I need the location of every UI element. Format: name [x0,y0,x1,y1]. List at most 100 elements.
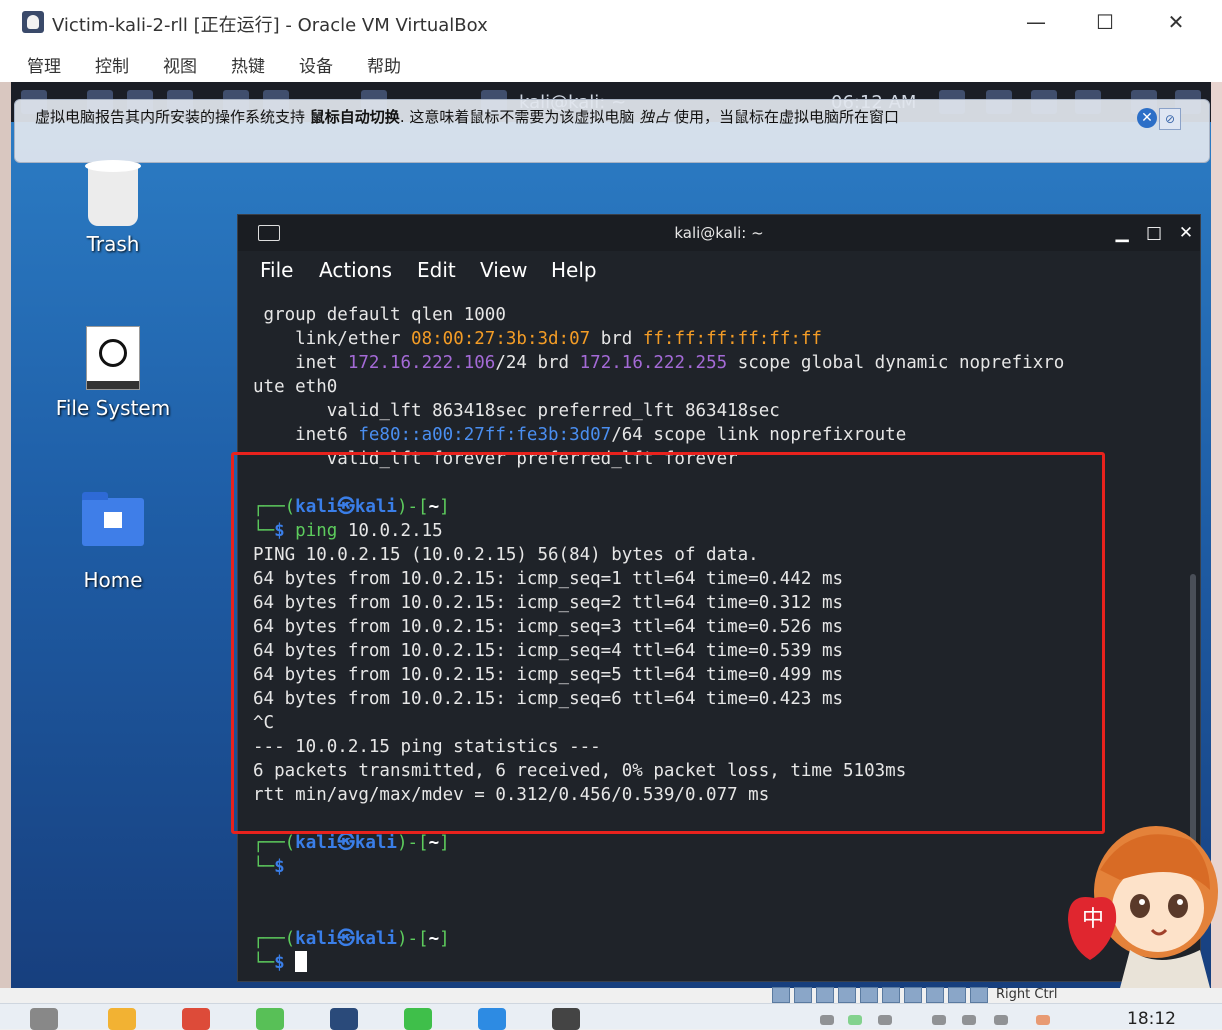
anime-mascot-image: 中 [1068,826,1218,988]
notice-text-1: 虚拟电脑报告其内所安装的操作系统支持 [35,108,306,126]
terminal-output[interactable]: group default qlen 1000 link/ether 08:00… [238,289,1200,981]
trash-icon [85,160,141,226]
drive-icon [86,326,140,390]
output-line: 64 bytes from 10.0.2.15: icmp_seq=3 ttl=… [253,617,844,637]
output-line: group default qlen 1000 [253,305,506,325]
close-button[interactable]: ✕ [1156,10,1196,34]
output-line: rtt min/avg/max/mdev = 0.312/0.456/0.539… [253,785,770,805]
disable-notification-icon[interactable]: ⊘ [1159,108,1181,130]
tray-chevron-icon[interactable] [820,1015,834,1025]
prompt-host: kali [354,833,397,853]
prompt-dir: ~ [428,833,440,853]
shared-folder-status-icon[interactable] [882,987,900,1003]
usb-status-icon[interactable] [860,987,878,1003]
prompt-frame: └─ [253,857,275,877]
minimize-button[interactable]: — [1016,10,1056,34]
output-line: valid_lft forever preferred_lft forever [253,449,738,469]
menu-view[interactable]: 视图 [163,52,197,77]
network-status-icon[interactable] [838,987,856,1003]
prompt-dir: ~ [428,497,440,517]
display-status-icon[interactable] [904,987,922,1003]
cpu-status-icon[interactable] [948,987,966,1003]
output-line: PING 10.0.2.15 (10.0.2.15) 56(84) bytes … [253,545,759,565]
output-line: 64 bytes from 10.0.2.15: icmp_seq=2 ttl=… [253,593,844,613]
terminal-menu-file[interactable]: File [260,258,293,282]
terminal-close-button[interactable]: ✕ [1174,221,1198,245]
tray-volume-icon[interactable] [962,1015,976,1025]
desktop-icon-label: Home [83,568,143,592]
prompt-host: kali [354,497,397,517]
menu-help[interactable]: 帮助 [367,52,401,77]
prompt-user: kali [295,833,338,853]
output-text: /24 brd [495,353,580,373]
prompt-frame: ┌──( [253,929,296,949]
maximize-button[interactable]: ☐ [1085,10,1125,34]
output-text: scope global dynamic noprefixro [727,353,1065,373]
menu-control[interactable]: 控制 [95,52,129,77]
tray-wechat-icon[interactable] [848,1015,862,1025]
prompt-frame: ] [439,929,450,949]
terminal-menu-help[interactable]: Help [551,258,597,282]
hdd-status-icon[interactable] [772,987,790,1003]
prompt-dollar: $ [274,521,296,541]
notification-message: 虚拟电脑报告其内所安装的操作系统支持 鼠标自动切换. 这意味着鼠标不需要为该虚拟… [35,106,899,127]
terminal-menu-actions[interactable]: Actions [319,258,392,282]
notice-bold: 鼠标自动切换 [309,108,400,126]
ipv4-address: 172.16.222.106 [347,353,496,373]
mac-broadcast: ff:ff:ff:ff:ff:ff [642,329,822,349]
guest-display[interactable]: kali@kali: ~ 06:12 AM 虚拟电脑报告其内所安装的操作系统支持… [11,82,1211,988]
file-explorer-icon[interactable] [108,1008,136,1030]
output-line: 64 bytes from 10.0.2.15: icmp_seq=1 ttl=… [253,569,844,589]
prompt-frame: ┌──( [253,497,296,517]
notice-text-3: 使用，当鼠标在虚拟电脑所在窗口 [673,108,899,126]
ida-icon[interactable] [552,1008,580,1030]
prompt-frame: ┌──( [253,833,296,853]
desktop-icon-home[interactable]: Home [43,492,183,592]
recording-status-icon[interactable] [926,987,944,1003]
virtualbox-taskbar-icon[interactable] [330,1008,358,1030]
output-text: inet6 [253,425,359,445]
optical-status-icon[interactable] [794,987,812,1003]
close-notification-icon[interactable]: ✕ [1137,108,1157,128]
taskbar-search-icon[interactable] [30,1008,58,1030]
host-key-label: Right Ctrl [996,987,1058,1002]
terminal-titlebar[interactable]: kali@kali: ~ ▁ □ ✕ [238,215,1200,251]
wechat-icon[interactable] [404,1008,432,1030]
terminal-maximize-button[interactable]: □ [1142,221,1166,245]
chrome-icon[interactable] [182,1008,210,1030]
terminal-window[interactable]: kali@kali: ~ ▁ □ ✕ File Actions Edit Vie… [237,214,1201,982]
prompt-frame: )-[ [396,929,429,949]
app-icon-green[interactable] [256,1008,284,1030]
tray-ime-icon[interactable] [994,1015,1008,1025]
terminal-menu-view[interactable]: View [480,258,527,282]
desktop-icon-filesystem[interactable]: File System [43,326,183,420]
audio-status-icon[interactable] [816,987,834,1003]
desktop-icon-label: Trash [86,232,140,256]
output-line: 64 bytes from 10.0.2.15: icmp_seq=6 ttl=… [253,689,844,709]
prompt-user: kali [295,497,338,517]
terminal-text: group default qlen 1000 link/ether 08:00… [253,303,1064,975]
prompt-symbol: ㉿ [337,497,355,517]
output-line: 64 bytes from 10.0.2.15: icmp_seq=4 ttl=… [253,641,844,661]
tray-battery-icon[interactable] [878,1015,892,1025]
prompt-dollar: $ [274,857,285,877]
vscode-icon[interactable] [478,1008,506,1030]
window-title: Victim-kali-2-rll [正在运行] - Oracle VM Vir… [52,15,488,36]
terminal-menu-edit[interactable]: Edit [417,258,456,282]
taskbar-clock[interactable]: 18:12 [1127,1009,1176,1029]
prompt-frame: └─ [253,953,275,973]
prompt-frame: └─ [253,521,275,541]
output-line: valid_lft 863418sec preferred_lft 863418… [253,401,780,421]
terminal-minimize-button[interactable]: ▁ [1110,221,1134,245]
desktop-icon-trash[interactable]: Trash [43,160,183,256]
prompt-user: kali [295,929,338,949]
menu-devices[interactable]: 设备 [299,52,333,77]
notice-text-2: . 这意味着鼠标不需要为该虚拟电脑 [399,108,635,126]
mouse-status-icon[interactable] [970,987,988,1003]
menu-hotkeys[interactable]: 热键 [231,52,265,77]
command-name: ping [295,521,338,541]
menu-manage[interactable]: 管理 [27,52,61,77]
tray-network-icon[interactable] [932,1015,946,1025]
tray-app-icon[interactable] [1036,1015,1050,1025]
prompt-frame: ] [439,497,450,517]
